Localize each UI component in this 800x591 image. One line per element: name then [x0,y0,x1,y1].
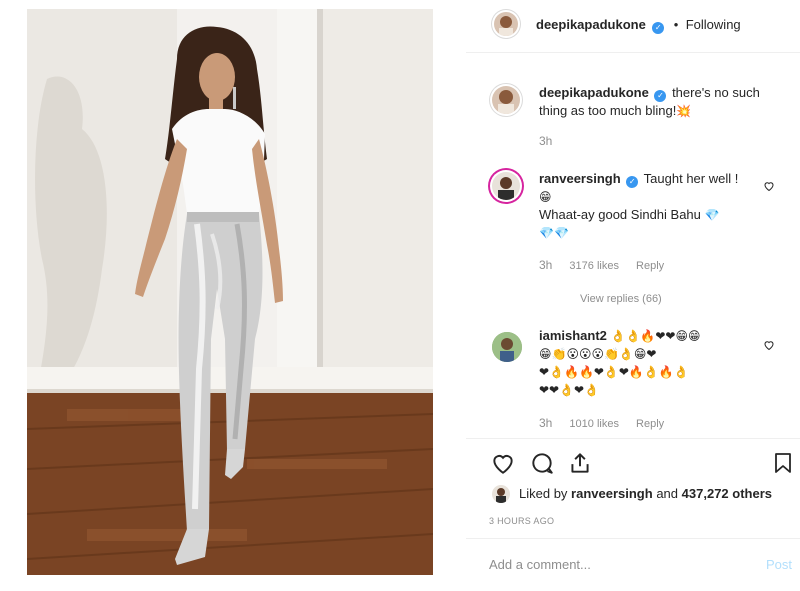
comment-username[interactable]: ranveersingh [539,171,621,186]
verified-icon: ✓ [626,176,639,188]
like-comment-heart-icon[interactable] [763,180,775,192]
following-button[interactable]: Following [686,17,741,32]
liked-by-avatar[interactable] [492,485,510,503]
heart-icon[interactable] [490,450,516,476]
post-header: deepikapadukone ✓ • Following [466,0,800,48]
comment-likes[interactable]: 3176 likes [569,260,619,272]
verified-icon: ✓ [654,90,667,102]
comment-likes[interactable]: 1010 likes [569,418,619,430]
author-avatar[interactable] [494,12,518,36]
like-comment-heart-icon[interactable] [763,339,775,351]
post-details-panel: deepikapadukone ✓ • Following deepikapad… [466,0,800,591]
separator-dot: • [673,17,679,32]
liked-by-line: Liked by ranveersingh and 437,272 others [519,486,772,501]
comment-meta: 3h 1010 likes Reply [539,416,678,430]
caption-username[interactable]: deepikapadukone [539,85,649,100]
comment-iamishant2: iamishant2 👌👌🔥❤❤😁😁 😁👏😮😮😮👏👌😁❤ ❤👌🔥🔥❤👌❤🔥👌🔥👌… [539,327,761,399]
author-username[interactable]: deepikapadukone [536,17,646,32]
liked-by-joiner: and [656,486,679,501]
caption-time[interactable]: 3h [539,134,552,148]
comment-emoji-line4: ❤❤👌❤👌 [539,383,600,397]
comment-box-divider [466,538,800,539]
reply-button[interactable]: Reply [636,260,664,272]
view-replies-button[interactable]: View replies (66) [580,293,662,305]
author-avatar-image [499,16,513,36]
post-comment-button[interactable]: Post [766,557,792,572]
caption: deepikapadukone ✓ there's no such thing … [539,84,779,120]
liked-by-others[interactable]: 437,272 others [682,486,772,501]
comment-line3-emoji: 💎💎 [539,226,569,240]
comment-line1-emoji: 😁 [539,190,552,204]
add-comment-input[interactable]: Add a comment... [489,557,591,572]
liked-by-user[interactable]: ranveersingh [571,486,653,501]
header-line: deepikapadukone ✓ • Following [536,16,741,34]
post-timestamp[interactable]: 3 HOURS AGO [489,516,554,526]
comment-time[interactable]: 3h [539,258,552,272]
liked-by-prefix: Liked by [519,486,568,501]
comment-avatar-image [498,177,514,200]
caption-avatar[interactable] [492,86,520,114]
verified-icon: ✓ [652,22,665,34]
comment-avatar-ranveersingh[interactable] [492,172,520,200]
post-photo-illustration [27,9,433,575]
actions-divider [466,438,800,439]
bookmark-icon[interactable] [771,450,795,476]
post-photo[interactable] [27,9,433,575]
comment-icon[interactable] [529,450,555,476]
comment-line2-emoji: 💎 [704,208,720,222]
comment-line1: Taught her well ! [643,171,739,186]
post-media-pane [0,0,466,591]
comment-emoji-line1: 👌👌🔥❤❤😁😁 [610,329,701,343]
comment-time[interactable]: 3h [539,416,552,430]
comment-line2: Whaat-ay good Sindhi Bahu [539,207,701,222]
comment-ranveersingh: ranveersingh ✓ Taught her well ! 😁 Whaat… [539,170,761,242]
share-icon[interactable] [567,450,593,476]
comment-avatar-image [492,332,522,362]
comment-avatar-iamishant2[interactable] [492,332,522,362]
comment-meta: 3h 3176 likes Reply [539,258,678,272]
comment-emoji-line3: ❤👌🔥🔥❤👌❤🔥👌🔥👌 [539,365,689,379]
liked-by-avatar-image [496,488,506,503]
caption-emoji: 💥 [676,104,692,118]
comment-username[interactable]: iamishant2 [539,328,607,343]
reply-button[interactable]: Reply [636,418,664,430]
comment-emoji-line2: 😁👏😮😮😮👏👌😁❤ [539,347,657,361]
caption-avatar-image [498,90,514,114]
caption-meta: 3h [539,134,566,148]
header-divider [466,52,800,53]
